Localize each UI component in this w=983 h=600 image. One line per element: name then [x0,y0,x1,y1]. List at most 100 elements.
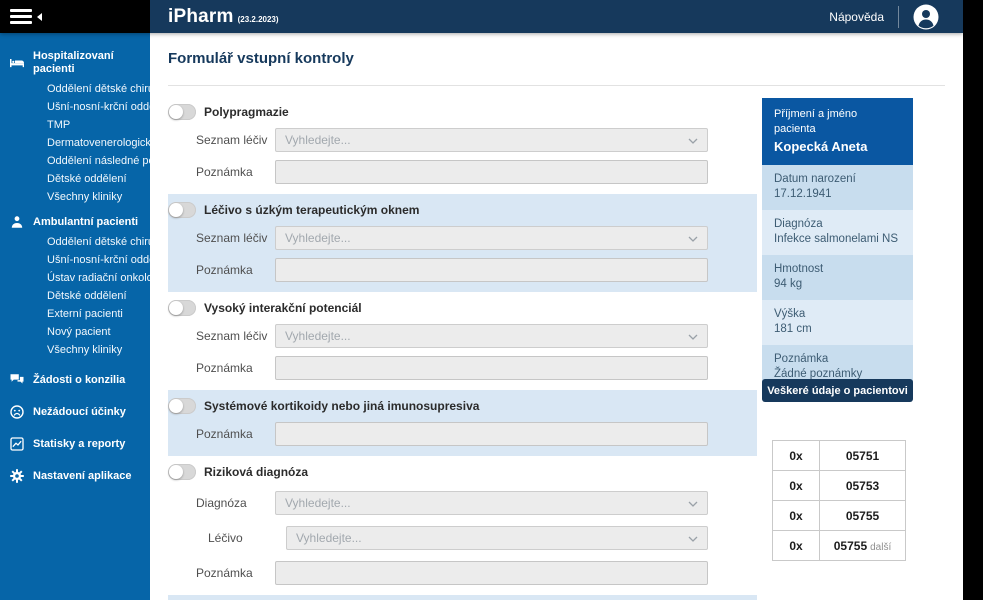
code-value: 05751 [846,449,879,463]
sidebar-subitem[interactable]: Oddělení následné péče [0,152,150,170]
form-section: Riziková diagnózaDiagnózaVyhledejte...Lé… [168,456,757,595]
code-value: 05755 [846,509,879,523]
form-row: LéčivoVyhledejte... [168,526,757,550]
sidebar-item-ambulantni-pacienti[interactable]: Ambulantní pacienti [0,211,150,233]
toggle-switch[interactable] [168,300,196,316]
person-icon [10,215,24,229]
hamburger-menu-icon[interactable] [10,6,42,27]
form-field [275,561,708,585]
form-row: Poznámka [168,258,757,282]
form-field [275,422,708,446]
sidebar-subitem[interactable]: TMP [0,116,150,134]
app-brand: iPharm (23.2.2023) [168,6,279,28]
sidebar-item-hospitalizovani-pacienti[interactable]: Hospitalizovaní pacienti [0,46,150,80]
all-patient-data-button[interactable]: Veškeré údaje o pacientovi [762,379,913,402]
patient-info-row: Výška181 cm [762,300,913,345]
form-field-label: Diagnóza [196,496,275,510]
toggle-switch[interactable] [168,398,196,414]
sidebar-section: Nežádoucí účinky [0,401,150,423]
sidebar-subitem[interactable]: Ústav radiační onkologie [0,269,150,287]
help-link[interactable]: Nápověda [829,10,884,24]
sidebar-subitem[interactable]: Oddělení dětské chirurgie [0,80,150,98]
note-input[interactable] [275,356,708,380]
form-field-label: Seznam léčiv [196,133,275,147]
toggle-switch[interactable] [168,202,196,218]
code-count-cell: 0x [773,471,820,501]
code-count-cell: 0x [773,531,820,561]
sidebar-item-label: Ambulantní pacienti [33,216,138,229]
sidebar-subitem[interactable]: Dětské oddělení [0,287,150,305]
patient-info-label: Hmotnost [774,262,901,277]
form-field [275,356,708,380]
patient-name: Kopecká Aneta [774,138,901,156]
note-input[interactable] [275,258,708,282]
sidebar-subitem[interactable]: Dermatovenerologická klinika [0,134,150,152]
sidebar-subitem[interactable]: Dětské oddělení [0,170,150,188]
sidebar-subitem[interactable]: Všechny kliniky [0,341,150,359]
note-input[interactable] [275,422,708,446]
search-select[interactable]: Vyhledejte... [286,526,708,550]
form-section-label: Systémové kortikoidy nebo jiná imunosupr… [204,399,479,413]
note-input[interactable] [275,561,708,585]
form-field: Vyhledejte... [275,526,708,550]
toggle-knob [169,203,183,217]
form-section: Polypragmazie Seznam léčivVyhledejte...Po… [168,96,757,194]
topbar-right: Nápověda [829,4,963,30]
chart-icon [10,437,24,451]
sidebar-subitem[interactable]: Nový pacient [0,323,150,341]
gear-icon [10,469,24,483]
form-field [275,258,708,282]
form-section-label: Polypragmazie [204,105,289,119]
code-value: 05755 [834,539,867,553]
code-row: 0x 05755 [773,501,906,531]
sidebar-subitem[interactable]: Oddělení dětské chirurgie [0,233,150,251]
sidebar-item-statisky-a-reporty[interactable]: Statisky a reporty [0,433,150,455]
code-count-cell: 0x [773,441,820,471]
form-field-label: Poznámka [196,165,275,179]
form-row: Seznam léčivVyhledejte... [168,324,757,348]
patient-info-value: Infekce salmonelami NS [774,232,901,247]
form-field-label: Poznámka [196,361,275,375]
form-field-label: Seznam léčiv [196,231,275,245]
sidebar-item-zadosti-o-konzilia[interactable]: Žádosti o konzilia [0,369,150,391]
form-row: Poznámka [168,356,757,380]
patient-info-label: Poznámka [774,352,901,367]
search-select[interactable]: Vyhledejte... [275,128,708,152]
sidebar-subitem[interactable]: Ušní-nosní-krční oddělení [0,98,150,116]
patient-info-label: Výška [774,307,901,322]
sidebar-subitem[interactable]: Všechny kliniky [0,188,150,206]
select-placeholder: Vyhledejte... [285,496,688,510]
toggle-switch[interactable] [168,464,196,480]
sidebar-item-nezadouci-ucinky[interactable]: Nežádoucí účinky [0,401,150,423]
app-title: iPharm [168,6,234,28]
code-count-cell: 0x [773,501,820,531]
sidebar-item-label: Hospitalizovaní pacienti [33,50,144,76]
sidebar-item-label: Statisky a reporty [33,438,125,451]
search-select[interactable]: Vyhledejte... [275,491,708,515]
form-section: Systémové kortikoidy nebo jiná imunosupr… [168,390,757,456]
form-field: Vyhledejte... [275,226,708,250]
search-select[interactable]: Vyhledejte... [275,226,708,250]
form-section-head: Systémové kortikoidy nebo jiná imunosupr… [168,398,757,414]
header-divider [898,6,899,28]
toggle-switch[interactable] [168,104,196,120]
form-row: Poznámka [168,561,757,585]
chevron-down-icon [688,131,698,149]
sidebar-subitem[interactable]: Externí pacienti [0,305,150,323]
code-value-cell: 05755 [820,501,906,531]
search-select[interactable]: Vyhledejte... [275,324,708,348]
form-field-label: Seznam léčiv [196,329,275,343]
toggle-knob [169,465,183,479]
sidebar-item-label: Žádosti o konzilia [33,374,125,387]
user-avatar-icon[interactable] [913,4,939,30]
patient-info-row: Datum narození17.12.1941 [762,165,913,210]
form-field [275,160,708,184]
sidebar-section: Hospitalizovaní pacienti Oddělení dětské … [0,46,150,206]
patient-name-label: Příjmení a jméno pacienta [774,107,901,137]
form-row: Seznam léčivVyhledejte... [168,226,757,250]
note-input[interactable] [275,160,708,184]
sidebar-subitem[interactable]: Ušní-nosní-krční oddělení [0,251,150,269]
hamburger-bars [10,6,32,27]
patient-info-value: 94 kg [774,277,901,292]
sidebar-item-nastaveni-aplikace[interactable]: Nastavení aplikace [0,465,150,487]
